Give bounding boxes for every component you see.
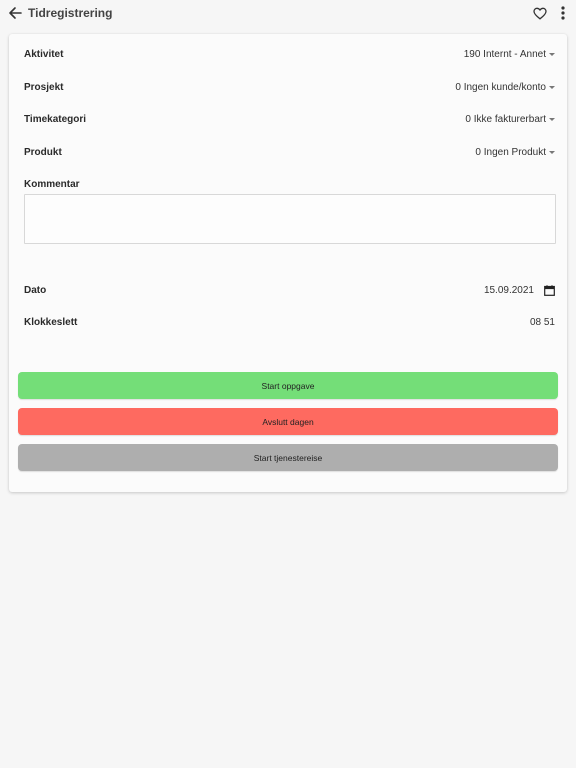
activity-label: Aktivitet <box>24 48 64 60</box>
app-bar: Tidregistrering <box>0 0 576 28</box>
dropdown-caret-icon <box>549 150 555 154</box>
activity-value: 190 Internt - Annet <box>463 48 546 60</box>
date-row: Dato 15.09.2021 <box>24 280 555 300</box>
product-label: Produkt <box>24 146 62 158</box>
arrow-left-icon <box>9 7 22 19</box>
product-value: 0 Ingen Produkt <box>475 146 546 158</box>
time-row: Klokkeslett 08 51 <box>24 312 555 332</box>
favorite-button[interactable] <box>531 5 549 21</box>
project-select[interactable]: 0 Ingen kunde/konto <box>455 82 555 93</box>
hour-category-value: 0 Ikke fakturerbart <box>465 113 546 125</box>
calendar-icon[interactable] <box>544 284 555 296</box>
time-label: Klokkeslett <box>24 316 78 328</box>
project-label: Prosjekt <box>24 81 64 93</box>
heart-outline-icon <box>533 7 547 20</box>
hour-category-select[interactable]: 0 Ikke fakturerbart <box>465 114 555 125</box>
back-button[interactable] <box>6 4 24 22</box>
project-row: Prosjekt 0 Ingen kunde/konto <box>24 77 555 97</box>
project-value: 0 Ingen kunde/konto <box>455 81 546 93</box>
time-value[interactable]: 08 51 <box>530 317 555 328</box>
comment-label: Kommentar <box>24 179 80 190</box>
date-value: 15.09.2021 <box>483 284 534 296</box>
activity-row: Aktivitet 190 Internt - Annet <box>24 44 555 64</box>
activity-select[interactable]: 190 Internt - Annet <box>464 49 555 60</box>
end-day-button[interactable]: Avslutt dagen <box>18 408 558 435</box>
page-title: Tidregistrering <box>28 6 113 20</box>
hour-category-label: Timekategori <box>24 113 87 125</box>
start-task-button[interactable]: Start oppgave <box>18 372 558 399</box>
product-row: Produkt 0 Ingen Produkt <box>24 142 555 162</box>
date-label: Dato <box>24 284 47 296</box>
dropdown-caret-icon <box>549 85 555 89</box>
dropdown-caret-icon <box>549 117 555 121</box>
more-vertical-icon <box>561 6 565 20</box>
time-registration-card: Aktivitet 190 Internt - Annet Prosjekt 0… <box>9 34 567 492</box>
hour-category-row: Timekategori 0 Ikke fakturerbart <box>24 109 555 129</box>
start-business-trip-button[interactable]: Start tjenestereise <box>18 444 558 471</box>
date-input[interactable]: 15.09.2021 <box>484 285 555 296</box>
product-select[interactable]: 0 Ingen Produkt <box>475 147 555 158</box>
more-menu-button[interactable] <box>556 4 570 22</box>
comment-field[interactable] <box>24 194 556 244</box>
dropdown-caret-icon <box>549 52 555 56</box>
